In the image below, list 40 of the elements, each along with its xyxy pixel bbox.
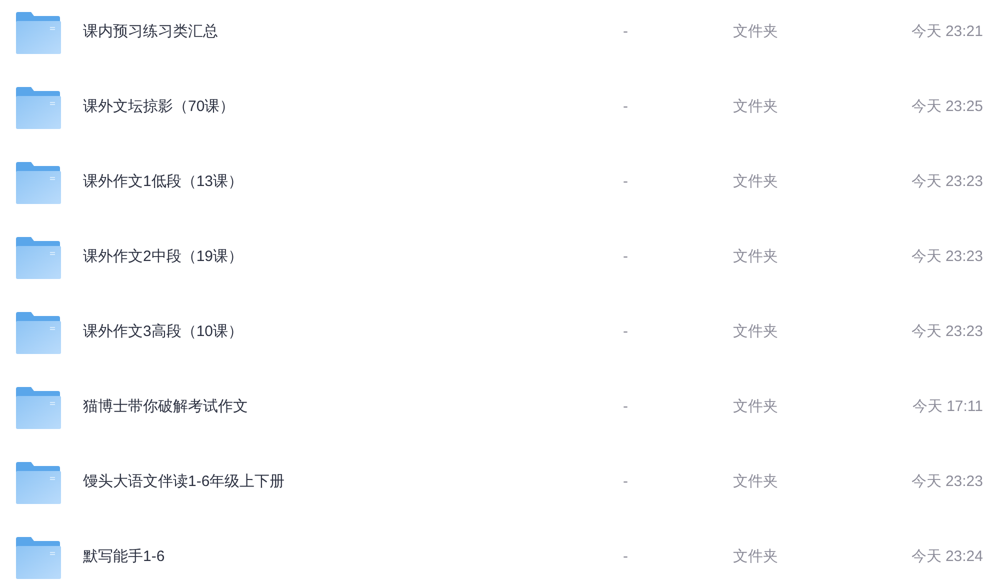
folder-icon <box>15 536 61 578</box>
file-size: - <box>623 172 629 192</box>
file-size: - <box>623 472 629 492</box>
modified-time: 今天 23:23 <box>911 247 983 268</box>
file-name[interactable]: 馒头大语文伴读1-6年级上下册 <box>83 471 623 494</box>
file-size: - <box>623 322 629 342</box>
file-type: 文件夹 <box>733 22 779 42</box>
modified-time: 今天 17:11 <box>912 397 983 418</box>
file-name[interactable]: 课外作文3高段（10课） <box>83 321 623 344</box>
modified-time: 今天 23:23 <box>911 322 983 342</box>
folder-icon <box>15 162 61 204</box>
file-name[interactable]: 默写能手1-6 <box>83 546 623 569</box>
file-size: - <box>623 247 629 268</box>
file-type: 文件夹 <box>733 547 779 568</box>
folder-icon <box>15 312 61 354</box>
file-name[interactable]: 课外文坛掠影（70课） <box>83 96 623 119</box>
file-size: - <box>623 97 629 118</box>
folder-icon <box>15 86 61 128</box>
file-type: 文件夹 <box>733 97 779 118</box>
file-name[interactable]: 课外作文1低段（13课） <box>83 171 623 194</box>
modified-time: 今天 23:24 <box>911 547 983 568</box>
file-size: - <box>623 397 629 418</box>
file-size: - <box>623 22 629 42</box>
file-name[interactable]: 猫博士带你破解考试作文 <box>83 396 623 419</box>
file-name[interactable]: 课外作文2中段（19课） <box>83 246 623 269</box>
file-name[interactable]: 课内预习练习类汇总 <box>83 21 623 44</box>
file-type: 文件夹 <box>733 397 779 418</box>
file-type: 文件夹 <box>733 172 779 192</box>
folder-icon <box>15 12 61 54</box>
folder-icon <box>15 386 61 428</box>
modified-time: 今天 23:23 <box>911 472 983 492</box>
file-size: - <box>623 547 629 568</box>
modified-time: 今天 23:21 <box>911 22 983 42</box>
file-type: 文件夹 <box>733 247 779 268</box>
file-type: 文件夹 <box>733 472 779 492</box>
folder-icon <box>15 236 61 278</box>
folder-icon <box>15 462 61 504</box>
file-type: 文件夹 <box>733 322 779 342</box>
modified-time: 今天 23:23 <box>911 172 983 192</box>
modified-time: 今天 23:25 <box>911 97 983 118</box>
